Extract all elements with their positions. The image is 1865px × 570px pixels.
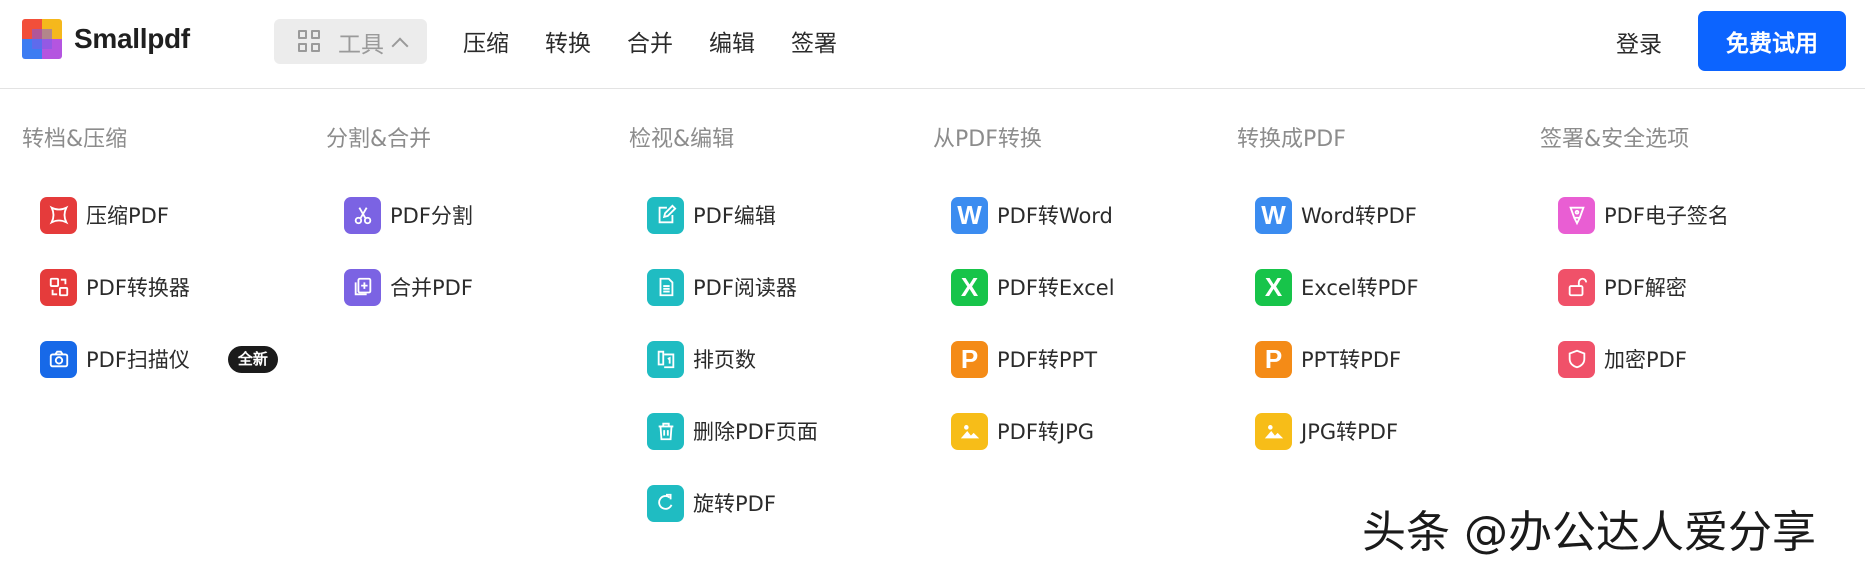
scissors-icon — [344, 196, 381, 234]
jpg-icon — [951, 412, 988, 450]
menu-item-edit-pdf[interactable]: PDF编辑 — [647, 195, 776, 235]
menu-item-label: PPT转PDF — [1301, 348, 1402, 372]
compress-icon — [40, 196, 77, 234]
menu-item-delete-pages[interactable]: 删除PDF页面 — [647, 411, 818, 451]
menu-item-label: PDF扫描仪 — [86, 348, 190, 372]
excel-icon: X — [1255, 268, 1292, 306]
menu-column-split-merge: 分割&合并 PDF分割 合并PDF — [326, 122, 616, 306]
menu-item-split-pdf[interactable]: PDF分割 — [344, 195, 473, 235]
menu-item-jpg-to-pdf[interactable]: JPG转PDF — [1255, 411, 1398, 451]
menu-column-view-edit: 检视&编辑 PDF编辑 PDF阅读器 排页数 删除PDF页面 旋转PDF — [629, 122, 919, 522]
grid-icon — [298, 29, 322, 54]
menu-item-merge-pdf[interactable]: 合并PDF — [344, 267, 473, 307]
jpg-icon — [1255, 412, 1292, 450]
convert-icon — [40, 268, 77, 306]
nav-merge[interactable]: 合并 — [627, 24, 673, 58]
reader-icon — [647, 268, 684, 306]
pen-icon — [1558, 196, 1595, 234]
ppt-icon: P — [1255, 340, 1292, 378]
menu-column-from-pdf: 从PDF转换 W PDF转Word X PDF转Excel P PDF转PPT … — [933, 122, 1223, 450]
nav-compress[interactable]: 压缩 — [463, 24, 509, 58]
menu-item-label: Word转PDF — [1301, 204, 1417, 228]
menu-item-label: PDF分割 — [390, 204, 473, 228]
new-badge: 全新 — [227, 345, 278, 373]
brand-logo[interactable]: Smallpdf — [22, 19, 190, 59]
menu-item-pdf-to-ppt[interactable]: P PDF转PPT — [951, 339, 1097, 379]
nav-sign[interactable]: 签署 — [791, 24, 837, 58]
rotate-icon — [647, 484, 684, 522]
menu-item-rotate-pdf[interactable]: 旋转PDF — [647, 483, 776, 523]
column-title: 签署&安全选项 — [1540, 127, 1690, 152]
menu-item-label: 删除PDF页面 — [693, 420, 818, 444]
menu-item-pdf-to-jpg[interactable]: PDF转JPG — [951, 411, 1094, 451]
column-title: 分割&合并 — [326, 127, 432, 152]
menu-item-label: PDF电子签名 — [1604, 204, 1729, 228]
menu-item-label: 旋转PDF — [693, 492, 776, 516]
menu-item-page-numbers[interactable]: 排页数 — [647, 339, 756, 379]
column-title: 检视&编辑 — [629, 127, 735, 152]
word-icon: W — [951, 196, 988, 234]
word-icon: W — [1255, 196, 1292, 234]
tools-menu-button[interactable]: 工具 — [274, 19, 427, 64]
menu-item-ppt-to-pdf[interactable]: P PPT转PDF — [1255, 339, 1401, 379]
menu-item-label: PDF转换器 — [86, 276, 190, 300]
column-title: 转换成PDF — [1237, 127, 1346, 152]
brand-name: Smallpdf — [74, 23, 190, 54]
free-trial-button[interactable]: 免费试用 — [1698, 11, 1846, 71]
camera-icon — [40, 340, 77, 378]
menu-item-label: JPG转PDF — [1301, 420, 1399, 444]
menu-item-label: Excel转PDF — [1301, 276, 1419, 300]
edit-icon — [647, 196, 684, 234]
menu-item-unlock-pdf[interactable]: PDF解密 — [1558, 267, 1687, 307]
menu-item-label: PDF编辑 — [693, 204, 776, 228]
tools-label: 工具 — [338, 31, 384, 58]
login-link[interactable]: 登录 — [1616, 25, 1662, 59]
unlock-icon — [1558, 268, 1595, 306]
watermark-text: 头条 @办公达人爱分享 — [1362, 507, 1816, 558]
smallpdf-logo-icon — [22, 19, 62, 59]
menu-item-label: 加密PDF — [1604, 348, 1687, 372]
menu-item-label: PDF阅读器 — [693, 276, 797, 300]
top-header: Smallpdf 工具 压缩 转换 合并 编辑 签署 登录 免费试用 — [0, 0, 1865, 89]
menu-item-compress-pdf[interactable]: 压缩PDF — [40, 195, 169, 235]
merge-icon — [344, 268, 381, 306]
trash-icon — [647, 412, 684, 450]
chevron-up-icon — [391, 37, 409, 54]
menu-item-esign-pdf[interactable]: PDF电子签名 — [1558, 195, 1729, 235]
menu-item-label: PDF转JPG — [997, 420, 1095, 444]
menu-column-to-pdf: 转换成PDF W Word转PDF X Excel转PDF P PPT转PDF … — [1237, 122, 1527, 450]
excel-icon: X — [951, 268, 988, 306]
nav-convert[interactable]: 转换 — [545, 24, 591, 58]
menu-column-sign-security: 签署&安全选项 PDF电子签名 PDF解密 加密PDF — [1540, 122, 1830, 378]
menu-item-label: 压缩PDF — [86, 204, 169, 228]
menu-item-word-to-pdf[interactable]: W Word转PDF — [1255, 195, 1417, 235]
menu-column-convert-compress: 转档&压缩 压缩PDF PDF转换器 PDF扫描仪 全新 — [22, 122, 312, 378]
shield-icon — [1558, 340, 1595, 378]
menu-item-pdf-converter[interactable]: PDF转换器 — [40, 267, 190, 307]
column-title: 转档&压缩 — [22, 127, 128, 152]
menu-item-label: PDF解密 — [1604, 276, 1687, 300]
menu-item-label: 合并PDF — [390, 276, 473, 300]
column-title: 从PDF转换 — [933, 127, 1042, 152]
menu-item-label: PDF转Excel — [997, 276, 1115, 300]
menu-item-label: 排页数 — [693, 348, 756, 372]
nav-edit[interactable]: 编辑 — [709, 24, 755, 58]
menu-item-pdf-reader[interactable]: PDF阅读器 — [647, 267, 797, 307]
main-nav: 压缩 转换 合并 编辑 签署 — [463, 24, 837, 58]
menu-item-pdf-scanner[interactable]: PDF扫描仪 全新 — [40, 339, 278, 379]
menu-item-protect-pdf[interactable]: 加密PDF — [1558, 339, 1687, 379]
menu-item-excel-to-pdf[interactable]: X Excel转PDF — [1255, 267, 1419, 307]
menu-item-label: PDF转Word — [997, 204, 1113, 228]
menu-item-pdf-to-excel[interactable]: X PDF转Excel — [951, 267, 1115, 307]
menu-item-label: PDF转PPT — [997, 348, 1098, 372]
menu-item-pdf-to-word[interactable]: W PDF转Word — [951, 195, 1113, 235]
ppt-icon: P — [951, 340, 988, 378]
page-number-icon — [647, 340, 684, 378]
